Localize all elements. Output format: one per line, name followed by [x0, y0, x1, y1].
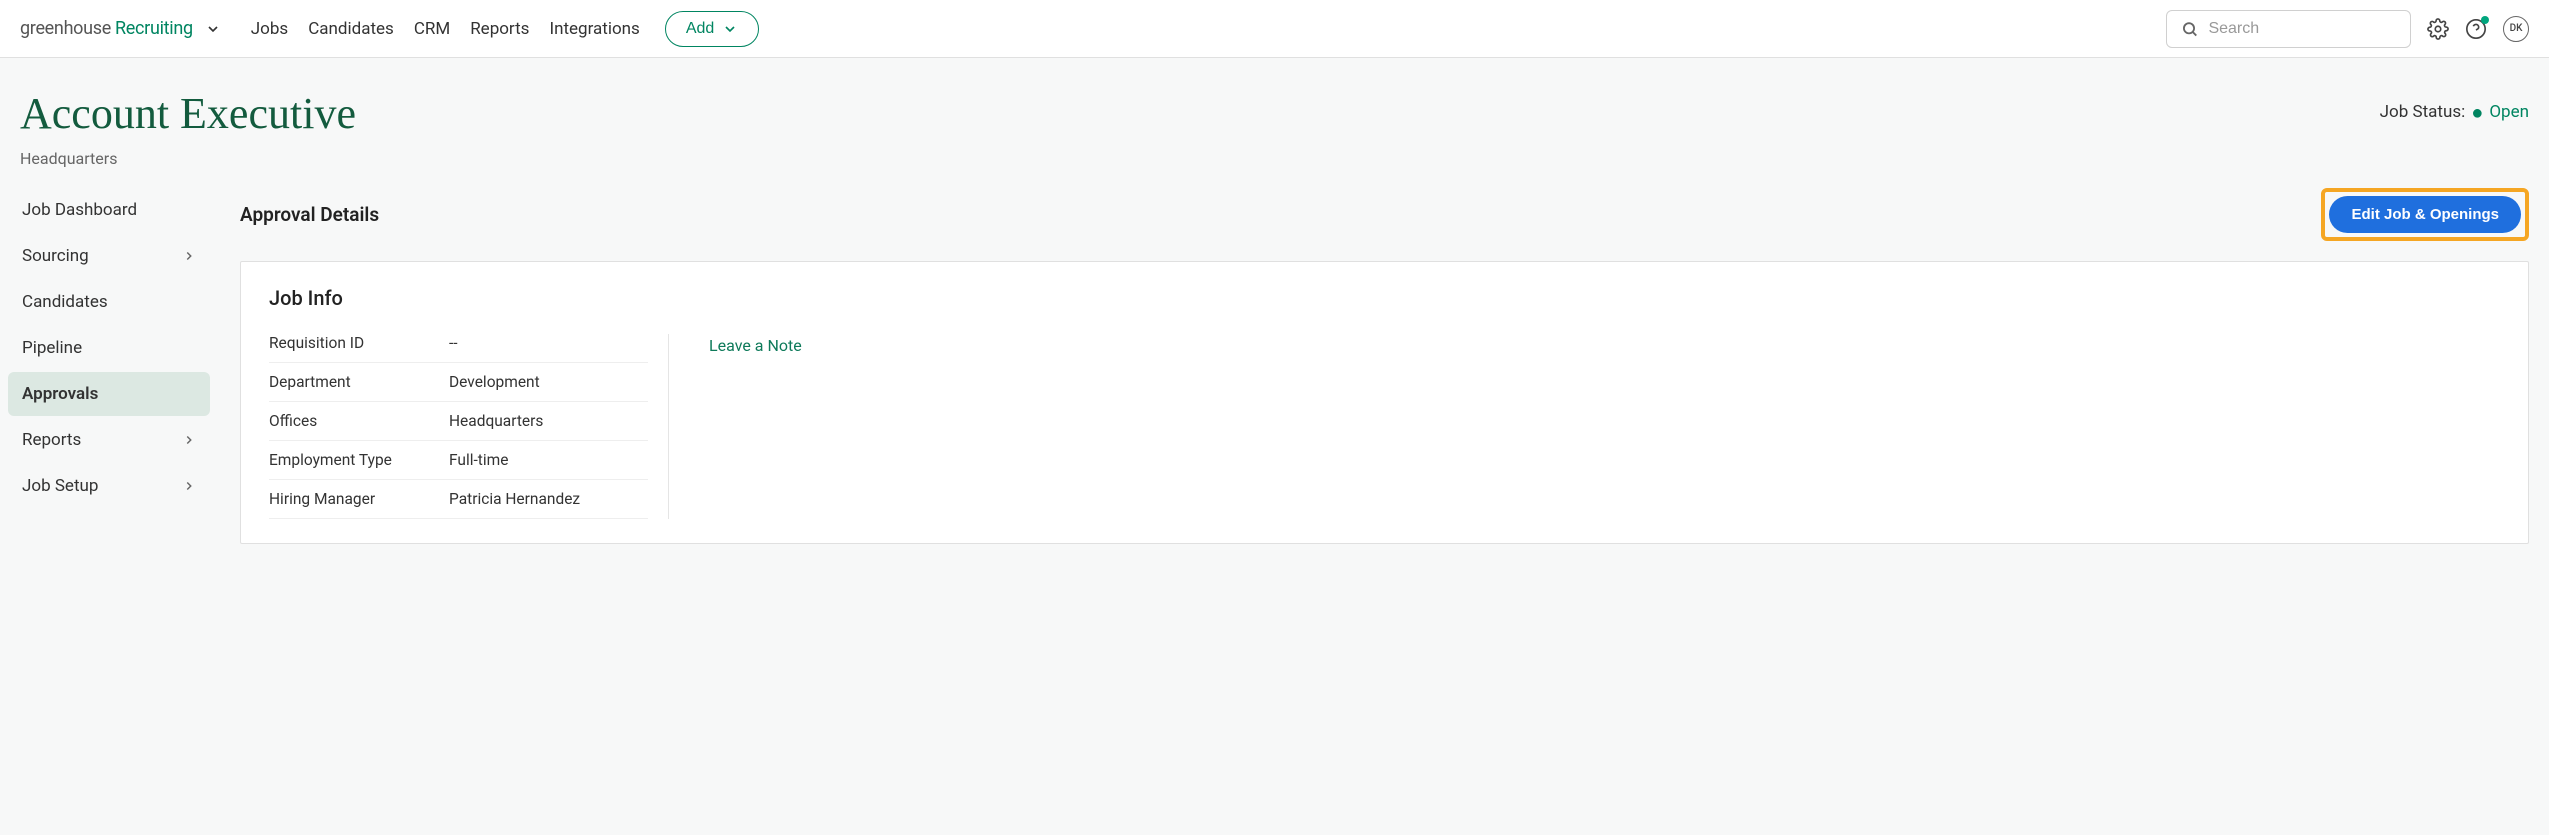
- add-button-label: Add: [686, 20, 714, 38]
- sidebar-item-label: Reports: [22, 430, 81, 450]
- status-value: Open: [2489, 102, 2529, 122]
- sidebar-item-label: Pipeline: [22, 338, 82, 358]
- info-label: Department: [269, 373, 449, 391]
- info-value: Patricia Hernandez: [449, 490, 580, 508]
- info-table: Requisition ID -- Department Development…: [269, 334, 669, 519]
- info-value: Headquarters: [449, 412, 543, 430]
- logo-text-2: Recruiting: [115, 18, 193, 39]
- info-row-requisition-id: Requisition ID --: [269, 334, 648, 363]
- page-header: Account Executive Headquarters Job Statu…: [0, 58, 2549, 188]
- page-subtitle: Headquarters: [20, 149, 356, 168]
- chevron-down-icon: [722, 21, 738, 37]
- nav-candidates[interactable]: Candidates: [308, 19, 394, 39]
- info-value: Full-time: [449, 451, 508, 469]
- avatar[interactable]: DK: [2503, 16, 2529, 42]
- help-button[interactable]: [2465, 18, 2487, 40]
- nav-jobs[interactable]: Jobs: [251, 19, 288, 39]
- leave-note-link[interactable]: Leave a Note: [709, 334, 802, 519]
- sidebar-item-approvals[interactable]: Approvals: [8, 372, 210, 416]
- edit-job-openings-button[interactable]: Edit Job & Openings: [2329, 196, 2521, 233]
- sidebar-item-job-setup[interactable]: Job Setup: [8, 464, 210, 508]
- sidebar: Job Dashboard Sourcing Candidates Pipeli…: [0, 188, 210, 544]
- chevron-down-icon[interactable]: [205, 21, 221, 37]
- sidebar-item-label: Approvals: [22, 384, 98, 404]
- info-row-employment-type: Employment Type Full-time: [269, 441, 648, 480]
- info-label: Employment Type: [269, 451, 449, 469]
- gear-icon: [2427, 18, 2449, 40]
- status-dot-icon: ●: [2471, 102, 2483, 122]
- sidebar-item-pipeline[interactable]: Pipeline: [8, 326, 210, 370]
- search-icon: [2181, 19, 2198, 39]
- section-header: Approval Details Edit Job & Openings: [240, 188, 2529, 241]
- search-input[interactable]: [2208, 20, 2396, 38]
- job-status: Job Status: ● Open: [2380, 102, 2529, 122]
- sidebar-item-reports[interactable]: Reports: [8, 418, 210, 462]
- info-value: Development: [449, 373, 540, 391]
- status-label: Job Status:: [2380, 102, 2466, 122]
- chevron-right-icon: [182, 249, 196, 263]
- logo[interactable]: greenhouse Recruiting: [20, 18, 221, 39]
- page-title: Account Executive: [20, 88, 356, 139]
- info-row-department: Department Development: [269, 363, 648, 402]
- sidebar-item-label: Sourcing: [22, 246, 89, 266]
- nav-integrations[interactable]: Integrations: [549, 19, 639, 39]
- sidebar-item-label: Candidates: [22, 292, 108, 312]
- edit-button-highlight: Edit Job & Openings: [2321, 188, 2529, 241]
- settings-button[interactable]: [2427, 18, 2449, 40]
- topbar-right: DK: [2166, 10, 2529, 48]
- info-row-hiring-manager: Hiring Manager Patricia Hernandez: [269, 480, 648, 519]
- nav-reports[interactable]: Reports: [470, 19, 529, 39]
- search-box[interactable]: [2166, 10, 2411, 48]
- info-label: Hiring Manager: [269, 490, 449, 508]
- section-title: Approval Details: [240, 203, 379, 226]
- info-row-offices: Offices Headquarters: [269, 402, 648, 441]
- sidebar-item-label: Job Dashboard: [22, 200, 137, 220]
- info-label: Offices: [269, 412, 449, 430]
- sidebar-item-sourcing[interactable]: Sourcing: [8, 234, 210, 278]
- avatar-initials: DK: [2510, 23, 2523, 34]
- notification-dot: [2481, 16, 2489, 24]
- info-value: --: [449, 334, 458, 352]
- sidebar-item-job-dashboard[interactable]: Job Dashboard: [8, 188, 210, 232]
- chevron-right-icon: [182, 479, 196, 493]
- topbar: greenhouse Recruiting Jobs Candidates CR…: [0, 0, 2549, 58]
- add-button[interactable]: Add: [665, 11, 759, 47]
- nav-crm[interactable]: CRM: [414, 19, 450, 39]
- main: Approval Details Edit Job & Openings Job…: [210, 188, 2529, 544]
- info-label: Requisition ID: [269, 334, 449, 352]
- chevron-right-icon: [182, 433, 196, 447]
- logo-text-1: greenhouse: [20, 18, 111, 39]
- nav-links: Jobs Candidates CRM Reports Integrations: [251, 19, 640, 39]
- card-title: Job Info: [269, 286, 2500, 310]
- sidebar-item-candidates[interactable]: Candidates: [8, 280, 210, 324]
- content: Job Dashboard Sourcing Candidates Pipeli…: [0, 188, 2549, 564]
- sidebar-item-label: Job Setup: [22, 476, 98, 496]
- job-info-card: Job Info Requisition ID -- Department De…: [240, 261, 2529, 544]
- card-body: Requisition ID -- Department Development…: [269, 334, 2500, 519]
